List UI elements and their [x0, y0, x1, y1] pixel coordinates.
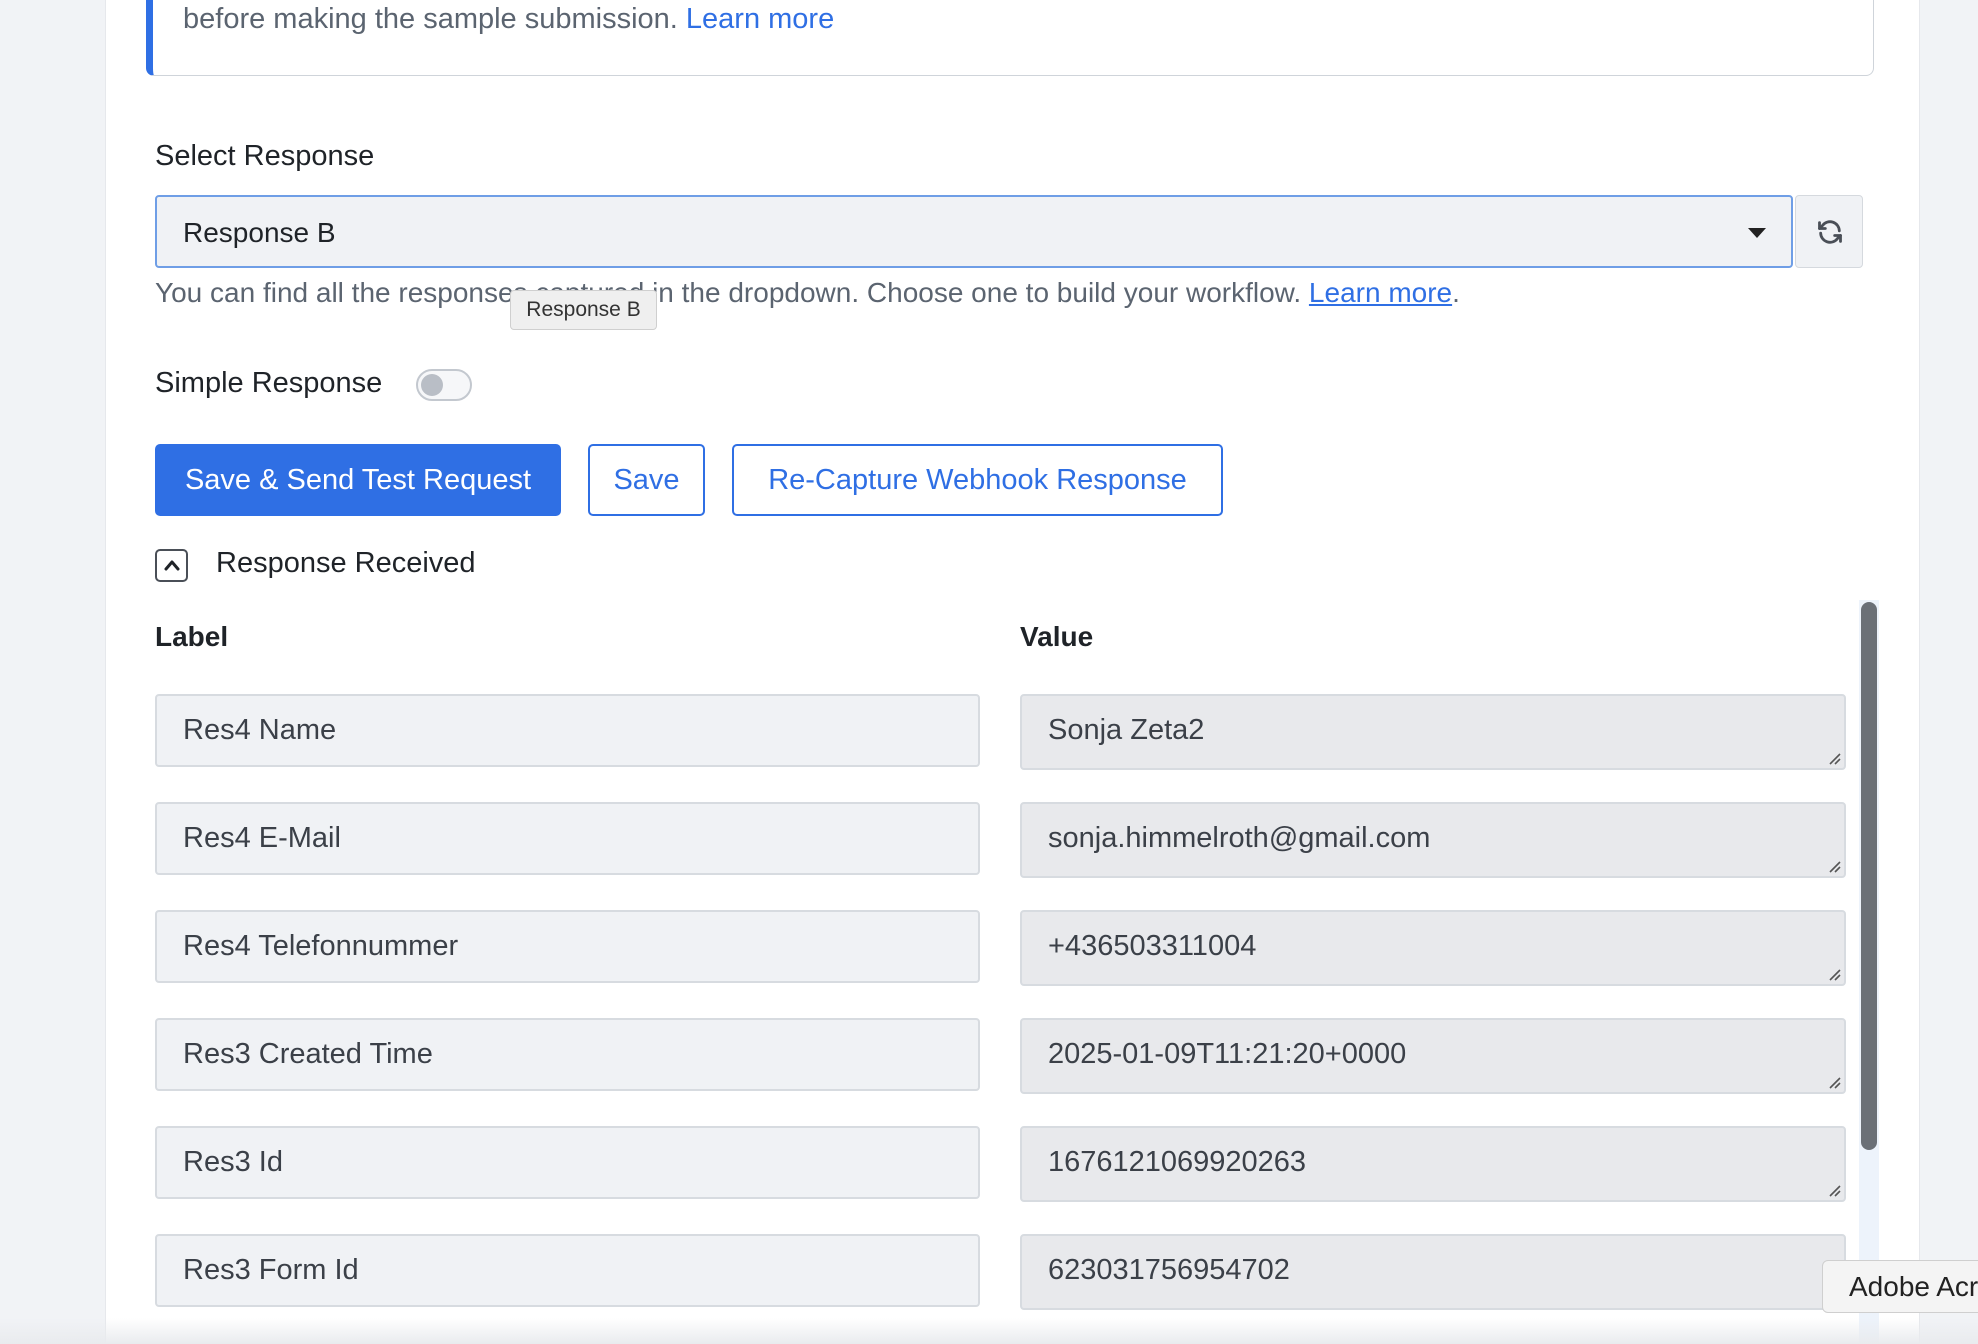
label-field[interactable]: Res4 Name [155, 694, 980, 767]
label-field[interactable]: Res3 Created Time [155, 1018, 980, 1091]
help-text-body: You can find all the responses captured … [155, 277, 1302, 308]
value-field-text: Sonja Zeta2 [1048, 714, 1205, 746]
response-row: Res4 E-Mail sonja.himmelroth@gmail.com [0, 802, 1978, 878]
resize-handle-icon[interactable] [1824, 964, 1842, 982]
label-field-text: Res4 Name [183, 714, 337, 746]
refresh-button[interactable] [1795, 195, 1863, 268]
simple-response-toggle[interactable] [416, 369, 472, 401]
value-field-text: 2025-01-09T11:21:20+0000 [1048, 1038, 1407, 1070]
info-text: before making the sample submission. Lea… [183, 3, 834, 36]
value-column-header: Value [1020, 621, 1094, 652]
resize-handle-icon[interactable] [1824, 1180, 1842, 1198]
label-field-text: Res3 Id [183, 1146, 283, 1178]
adobe-popup[interactable]: Adobe Acr [1822, 1260, 1978, 1313]
value-field[interactable]: 623031756954702 [1020, 1234, 1846, 1310]
response-row: Res4 Name Sonja Zeta2 [0, 694, 1978, 770]
tooltip: Response B [510, 290, 657, 330]
value-field-text: 1676121069920263 [1048, 1146, 1307, 1178]
response-select[interactable]: Response B [155, 195, 1793, 268]
help-learn-more-link[interactable]: Learn more [1309, 277, 1452, 308]
response-row: Res3 Created Time 2025-01-09T11:21:20+000… [0, 1018, 1978, 1094]
label-column-header: Label [155, 621, 229, 652]
help-text-period: . [1452, 277, 1460, 308]
resize-handle-icon[interactable] [1824, 748, 1842, 766]
value-field-text: sonja.himmelroth@gmail.com [1048, 822, 1431, 854]
value-field[interactable]: 2025-01-09T11:21:20+0000 [1020, 1018, 1846, 1094]
info-learn-more-link[interactable]: Learn more [686, 3, 834, 35]
response-row: Res4 Telefonnummer +436503311004 [0, 910, 1978, 986]
label-field[interactable]: Res4 Telefonnummer [155, 910, 980, 983]
info-text-body: before making the sample submission. [183, 3, 678, 35]
label-field-text: Res3 Form Id [183, 1254, 359, 1286]
value-field[interactable]: sonja.himmelroth@gmail.com [1020, 802, 1846, 878]
response-select-value: Response B [183, 217, 336, 248]
save-button[interactable]: Save [588, 444, 705, 516]
label-field[interactable]: Res3 Form Id [155, 1234, 980, 1307]
resize-handle-icon[interactable] [1824, 856, 1842, 874]
select-response-label: Select Response [155, 140, 375, 172]
refresh-icon [1818, 220, 1842, 244]
label-field-text: Res4 Telefonnummer [183, 930, 459, 962]
label-field[interactable]: Res3 Id [155, 1126, 980, 1199]
label-field[interactable]: Res4 E-Mail [155, 802, 980, 875]
response-row: Res3 Id 1676121069920263 [0, 1126, 1978, 1202]
collapse-toggle[interactable] [155, 549, 188, 582]
select-help-text: You can find all the responses captured … [155, 277, 1460, 309]
label-field-text: Res3 Created Time [183, 1038, 433, 1070]
response-received-label: Response Received [216, 547, 476, 579]
scrollbar-thumb[interactable] [1861, 602, 1877, 1150]
value-field[interactable]: Sonja Zeta2 [1020, 694, 1846, 770]
value-field[interactable]: +436503311004 [1020, 910, 1846, 986]
bottom-shadow [0, 1318, 1978, 1344]
toggle-knob [421, 374, 443, 396]
response-row: Res3 Form Id 623031756954702 [0, 1234, 1978, 1310]
value-field[interactable]: 1676121069920263 [1020, 1126, 1846, 1202]
chevron-up-icon [164, 560, 180, 571]
caret-down-icon [1748, 228, 1766, 238]
value-field-text: 623031756954702 [1048, 1254, 1290, 1286]
resize-handle-icon[interactable] [1824, 1072, 1842, 1090]
save-send-test-button[interactable]: Save & Send Test Request [155, 444, 561, 516]
recapture-webhook-button[interactable]: Re-Capture Webhook Response [732, 444, 1223, 516]
value-field-text: +436503311004 [1048, 930, 1257, 962]
label-field-text: Res4 E-Mail [183, 822, 341, 854]
simple-response-label: Simple Response [155, 367, 383, 399]
